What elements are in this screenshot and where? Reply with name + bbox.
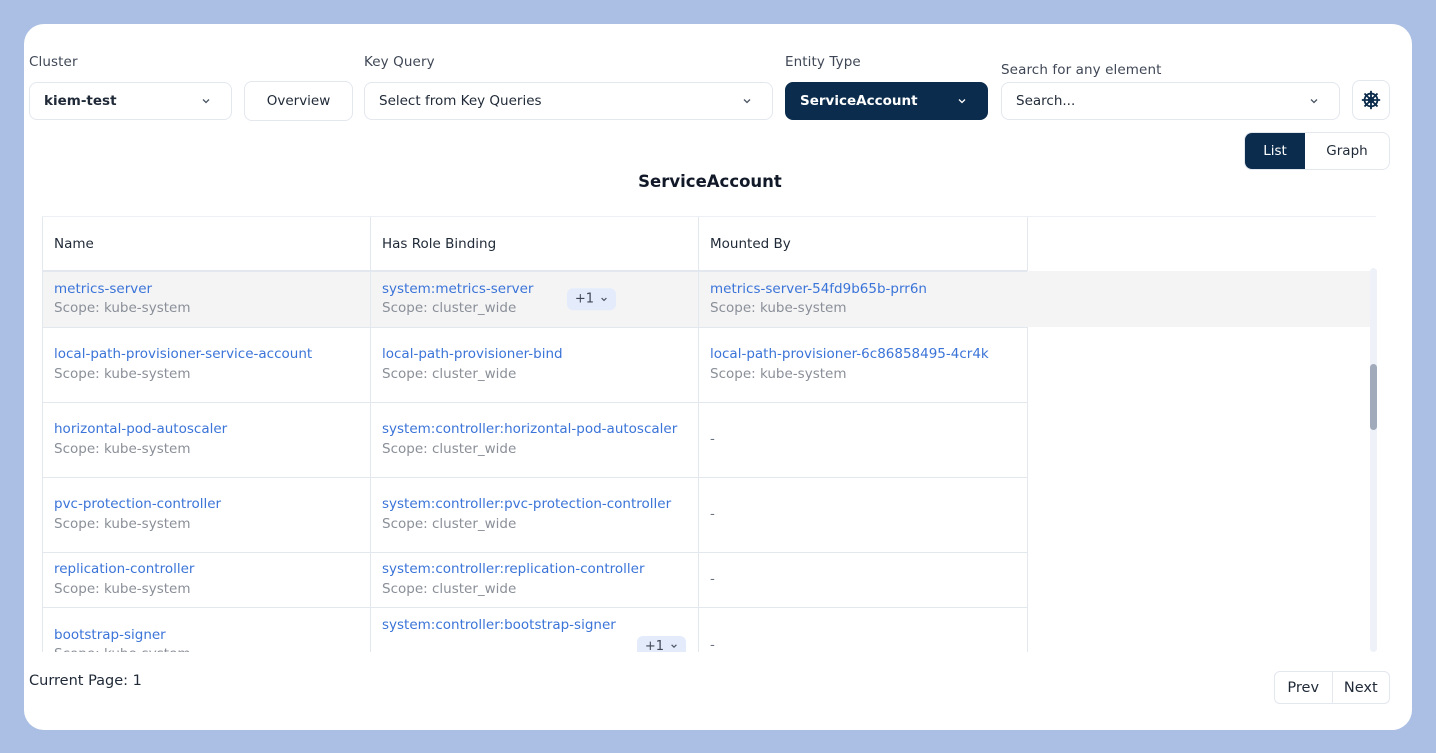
table-row[interactable]: local-path-provisioner-service-account S… (42, 326, 1028, 403)
entity-type-label: Entity Type (785, 54, 861, 70)
mounted-by-scope: Scope: kube-system (710, 365, 847, 382)
role-binding-link[interactable]: system:controller:horizontal-pod-autosca… (382, 420, 687, 440)
table-row[interactable]: replication-controller Scope: kube-syste… (42, 551, 1028, 608)
name-link[interactable]: pvc-protection-controller (54, 495, 359, 515)
name-cell: bootstrap-signer Scope: kube-system (42, 606, 371, 652)
name-scope: Scope: kube-system (54, 515, 191, 532)
more-bindings-chip[interactable]: +1 (566, 288, 616, 310)
mounted-by-empty: - (710, 430, 715, 447)
cluster-label: Cluster (29, 54, 78, 70)
search-label: Search for any element (1001, 62, 1162, 78)
role-binding-cell: system:controller:replication-controller… (370, 551, 699, 608)
role-binding-cell: system:controller:bootstrap-signer +1 (370, 606, 699, 653)
current-page-text: Current Page: 1 (29, 673, 142, 689)
next-button[interactable]: Next (1331, 672, 1390, 703)
mounted-by-empty: - (710, 505, 715, 522)
mounted-by-empty: - (710, 570, 715, 587)
column-header-role-binding: Has Role Binding (370, 217, 699, 272)
mounted-by-scope: Scope: kube-system (710, 300, 847, 317)
role-binding-link[interactable]: local-path-provisioner-bind (382, 345, 687, 365)
role-binding-link[interactable]: system:controller:replication-controller (382, 560, 687, 580)
list-view-button[interactable]: List (1245, 133, 1305, 169)
chevron-down-icon (743, 99, 751, 104)
helm-button[interactable] (1352, 80, 1390, 120)
table-header-row: Name Has Role Binding Mounted By (42, 217, 1028, 272)
search-placeholder: Search... (1016, 93, 1076, 109)
mounted-by-cell: local-path-provisioner-6c86858495-4cr4k … (698, 326, 1028, 403)
key-query-value: Select from Key Queries (379, 93, 542, 109)
mounted-by-cell: - (698, 551, 1028, 608)
mounted-by-empty: - (710, 636, 715, 653)
mounted-by-link[interactable]: local-path-provisioner-6c86858495-4cr4k (710, 345, 1016, 365)
role-binding-scope: Scope: cluster_wide (382, 365, 517, 382)
search-input[interactable]: Search... (1001, 82, 1340, 120)
name-link[interactable]: replication-controller (54, 560, 359, 580)
more-bindings-chip[interactable]: +1 (636, 635, 686, 653)
entity-type-select[interactable]: ServiceAccount (785, 82, 988, 120)
name-link[interactable]: bootstrap-signer (54, 626, 359, 646)
role-binding-link[interactable]: system:controller:bootstrap-signer (382, 616, 632, 636)
name-cell: replication-controller Scope: kube-syste… (42, 551, 371, 608)
table-row[interactable]: metrics-server Scope: kube-system system… (42, 270, 1028, 328)
name-scope: Scope: kube-system (54, 365, 191, 382)
chevron-down-icon (1310, 99, 1318, 104)
pagination: Prev Next (1274, 671, 1390, 704)
table-row[interactable]: horizontal-pod-autoscaler Scope: kube-sy… (42, 401, 1028, 478)
role-binding-scope: Scope: cluster_wide (382, 440, 517, 457)
role-binding-cell: system:controller:pvc-protection-control… (370, 476, 699, 553)
role-binding-scope: Scope: cluster_wide (382, 300, 517, 317)
mounted-by-cell: - (698, 606, 1028, 653)
section-title: ServiceAccount (638, 172, 782, 191)
cluster-select[interactable]: kiem-test (29, 82, 232, 120)
name-link[interactable]: horizontal-pod-autoscaler (54, 420, 359, 440)
role-binding-link[interactable]: system:controller:pvc-protection-control… (382, 495, 687, 515)
table-row[interactable]: pvc-protection-controller Scope: kube-sy… (42, 476, 1028, 553)
role-binding-cell: system:controller:horizontal-pod-autosca… (370, 401, 699, 478)
key-query-label: Key Query (364, 54, 435, 70)
mounted-by-cell: - (698, 476, 1028, 553)
chevron-down-icon (958, 99, 966, 104)
table-scrollbar[interactable] (1370, 268, 1377, 652)
name-cell: metrics-server Scope: kube-system (42, 270, 371, 328)
column-header-name: Name (42, 217, 371, 272)
chevron-down-icon (202, 99, 210, 104)
chevron-down-icon (671, 644, 677, 649)
column-header-mounted-by: Mounted By (698, 217, 1028, 272)
mounted-by-link[interactable]: metrics-server-54fd9b65b-prr6n (710, 280, 1016, 300)
role-binding-cell: system:metrics-server Scope: cluster_wid… (370, 270, 699, 328)
row-highlight-extension (1027, 271, 1370, 327)
overview-button[interactable]: Overview (244, 81, 353, 121)
name-link[interactable]: local-path-provisioner-service-account (54, 345, 359, 365)
cluster-value: kiem-test (44, 93, 117, 109)
name-cell: local-path-provisioner-service-account S… (42, 326, 371, 403)
graph-view-button[interactable]: Graph (1305, 133, 1389, 169)
mounted-by-cell: - (698, 401, 1028, 478)
mounted-by-cell: metrics-server-54fd9b65b-prr6n Scope: ku… (698, 270, 1028, 328)
name-scope: Scope: kube-system (54, 645, 359, 652)
name-cell: horizontal-pod-autoscaler Scope: kube-sy… (42, 401, 371, 478)
ship-wheel-icon (1361, 90, 1381, 110)
table-row[interactable]: bootstrap-signer Scope: kube-system syst… (42, 606, 1028, 653)
chevron-down-icon (601, 297, 607, 302)
prev-button[interactable]: Prev (1275, 672, 1332, 703)
name-scope: Scope: kube-system (54, 580, 191, 597)
name-scope: Scope: kube-system (54, 440, 191, 457)
name-link[interactable]: metrics-server (54, 280, 359, 300)
name-scope: Scope: kube-system (54, 300, 191, 317)
view-toggle: List Graph (1244, 132, 1390, 170)
role-binding-scope: Scope: cluster_wide (382, 515, 517, 532)
key-query-select[interactable]: Select from Key Queries (364, 82, 773, 120)
more-count: +1 (644, 638, 664, 653)
name-cell: pvc-protection-controller Scope: kube-sy… (42, 476, 371, 553)
service-account-table: Name Has Role Binding Mounted By metrics… (42, 216, 1376, 652)
scrollbar-thumb[interactable] (1370, 364, 1377, 430)
entity-type-value: ServiceAccount (800, 93, 918, 109)
role-binding-link[interactable]: system:metrics-server (382, 280, 687, 300)
more-count: +1 (574, 291, 594, 307)
role-binding-scope: Scope: cluster_wide (382, 580, 517, 597)
role-binding-cell: local-path-provisioner-bind Scope: clust… (370, 326, 699, 403)
